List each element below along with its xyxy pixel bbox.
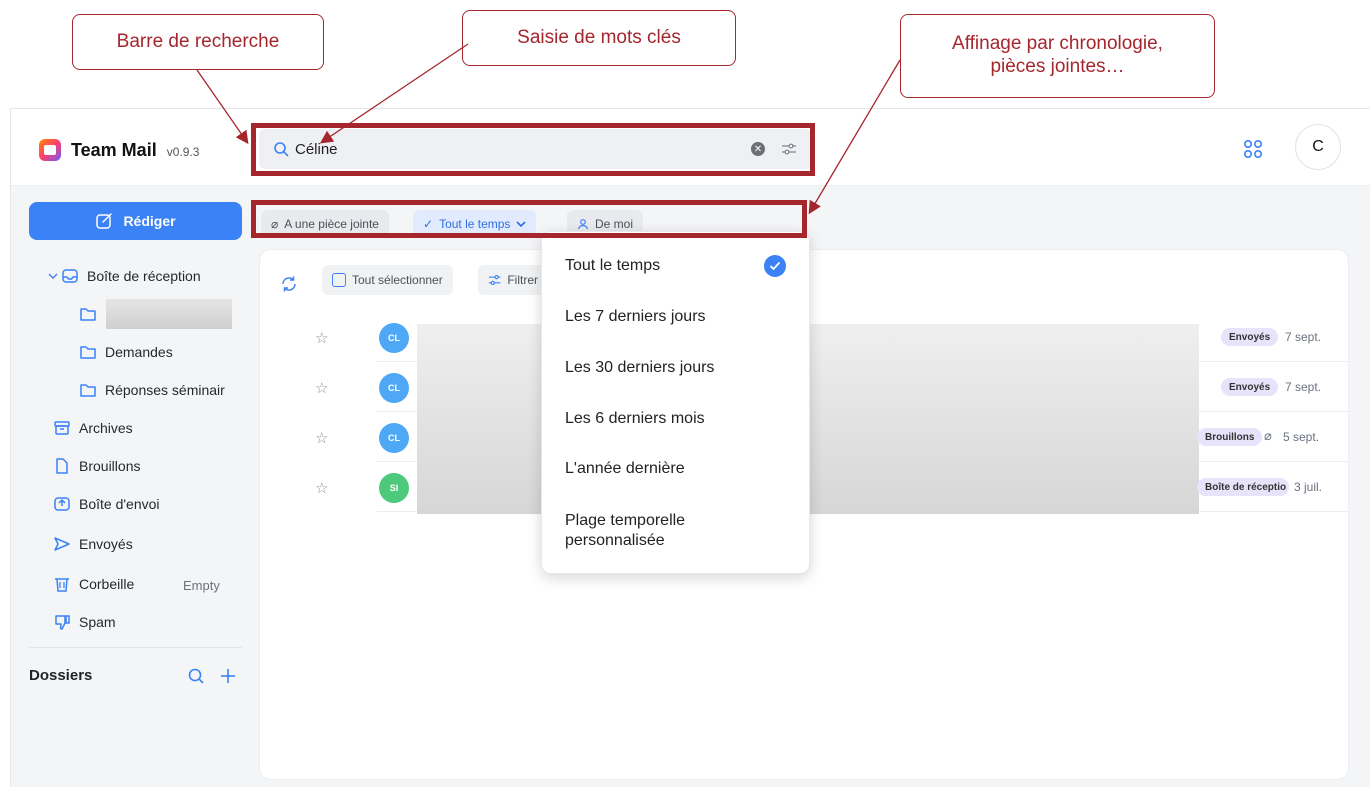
sender-avatar: CL	[379, 373, 409, 403]
app-name: Team Mail	[71, 139, 157, 160]
folder-tag: Brouillons	[1197, 428, 1263, 446]
time-option-all[interactable]: Tout le temps	[565, 256, 660, 276]
email-date: 3 juil.	[1294, 480, 1323, 494]
sender-avatar: CL	[379, 323, 409, 353]
apps-grid-icon[interactable]	[1243, 139, 1263, 159]
sidebar-item-label: Boîte d'envoi	[79, 496, 160, 512]
sidebar-folder-demandes[interactable]: Demandes	[79, 343, 173, 361]
sender-avatar: SI	[379, 473, 409, 503]
sidebar-item-archives[interactable]: Archives	[53, 419, 133, 437]
callout-refine-line1: Affinage par chronologie,	[952, 33, 1163, 55]
star-icon[interactable]: ☆	[315, 429, 328, 447]
folder-icon	[80, 384, 96, 397]
time-option-7-days[interactable]: Les 7 derniers jours	[565, 307, 706, 327]
redacted-folder-name	[106, 299, 232, 329]
sidebar-item-label: Corbeille	[79, 576, 135, 592]
star-icon[interactable]: ☆	[315, 479, 328, 497]
sender-avatar: CL	[379, 423, 409, 453]
folder-icon	[80, 308, 96, 321]
callout-keywords: Saisie de mots clés	[462, 10, 736, 66]
email-date: 7 sept.	[1285, 330, 1322, 344]
time-option-custom-line2: personnalisée	[565, 532, 665, 549]
folder-search-icon[interactable]	[187, 667, 205, 685]
sidebar-item-inbox[interactable]: Boîte de réception	[47, 267, 201, 285]
select-all-button[interactable]: Tout sélectionner	[322, 265, 453, 295]
search-highlight-box	[251, 123, 815, 176]
time-range-dropdown: Tout le temps Les 7 derniers jours Les 3…	[541, 231, 810, 574]
star-icon[interactable]: ☆	[315, 379, 328, 397]
attachment-icon: ⌀	[1264, 428, 1272, 443]
archive-icon	[54, 421, 70, 435]
filter-label: Filtrer	[507, 273, 538, 287]
sidebar-item-label: Réponses séminair	[105, 382, 225, 398]
compose-button[interactable]: Rédiger	[29, 202, 242, 240]
filter-button[interactable]: Filtrer	[478, 265, 548, 295]
checkbox-icon	[332, 273, 346, 287]
filters-highlight-box	[251, 200, 807, 238]
team-mail-logo-icon	[39, 139, 61, 161]
send-icon	[54, 537, 70, 551]
empty-trash-button[interactable]: Empty	[183, 578, 220, 593]
email-date: 7 sept.	[1285, 380, 1322, 394]
folder-tag: Envoyés	[1221, 328, 1279, 346]
time-option-6-months[interactable]: Les 6 derniers mois	[565, 409, 705, 429]
time-option-custom-line1: Plage temporelle	[565, 512, 686, 529]
email-date: 5 sept.	[1283, 430, 1320, 444]
sidebar-item-label: Brouillons	[79, 458, 141, 474]
sidebar-item-label: Spam	[79, 614, 116, 630]
sidebar-item-brouillons[interactable]: Brouillons	[53, 457, 140, 475]
sidebar-item-label: Archives	[79, 420, 133, 436]
inbox-icon	[62, 269, 78, 283]
thumbs-down-icon	[55, 615, 70, 630]
draft-icon	[56, 458, 68, 474]
star-icon[interactable]: ☆	[315, 329, 328, 347]
user-avatar[interactable]: C	[1295, 124, 1341, 170]
sidebar-item-envoyes[interactable]: Envoyés	[53, 535, 133, 553]
sidebar-item-spam[interactable]: Spam	[53, 613, 116, 631]
app-version: v0.9.3	[166, 145, 200, 159]
chevron-down-icon[interactable]	[47, 270, 59, 282]
sidebar-item-label: Demandes	[105, 344, 173, 360]
callout-refine: Affinage par chronologie, pièces jointes…	[900, 14, 1215, 98]
compose-label: Rédiger	[123, 213, 176, 229]
filter-sliders-icon	[488, 275, 501, 285]
callout-search-bar: Barre de recherche	[72, 14, 324, 70]
callout-search-bar-text: Barre de recherche	[116, 30, 280, 52]
refresh-icon[interactable]	[278, 273, 300, 295]
callout-refine-line2: pièces jointes…	[990, 56, 1125, 77]
folder-tag: Boîte de réceptio	[1197, 478, 1289, 496]
outbox-icon	[54, 497, 70, 511]
folder-icon	[80, 346, 96, 359]
sidebar-item-boite-envoi[interactable]: Boîte d'envoi	[53, 495, 160, 513]
time-option-30-days[interactable]: Les 30 derniers jours	[565, 358, 714, 378]
sidebar-divider	[29, 647, 242, 648]
callout-keywords-text: Saisie de mots clés	[517, 26, 681, 48]
add-folder-icon[interactable]	[219, 667, 237, 685]
time-option-custom[interactable]: Plage temporelle personnalisée	[565, 511, 685, 551]
trash-icon	[55, 578, 69, 592]
dossiers-heading: Dossiers	[29, 667, 93, 684]
sidebar-item-label: Envoyés	[79, 536, 133, 552]
sidebar-folder-redacted[interactable]	[79, 305, 97, 323]
sidebar-item-corbeille[interactable]: Corbeille	[53, 575, 134, 593]
sidebar-folder-reponses[interactable]: Réponses séminair	[79, 381, 225, 399]
select-all-label: Tout sélectionner	[352, 273, 443, 287]
time-option-last-year[interactable]: L'année dernière	[565, 459, 685, 479]
selected-check-icon	[764, 255, 786, 277]
compose-icon	[96, 213, 113, 229]
app-logo[interactable]: Team Mail v0.9.3	[39, 139, 199, 161]
folder-tag: Envoyés	[1221, 378, 1279, 396]
sidebar-item-label: Boîte de réception	[87, 268, 201, 284]
